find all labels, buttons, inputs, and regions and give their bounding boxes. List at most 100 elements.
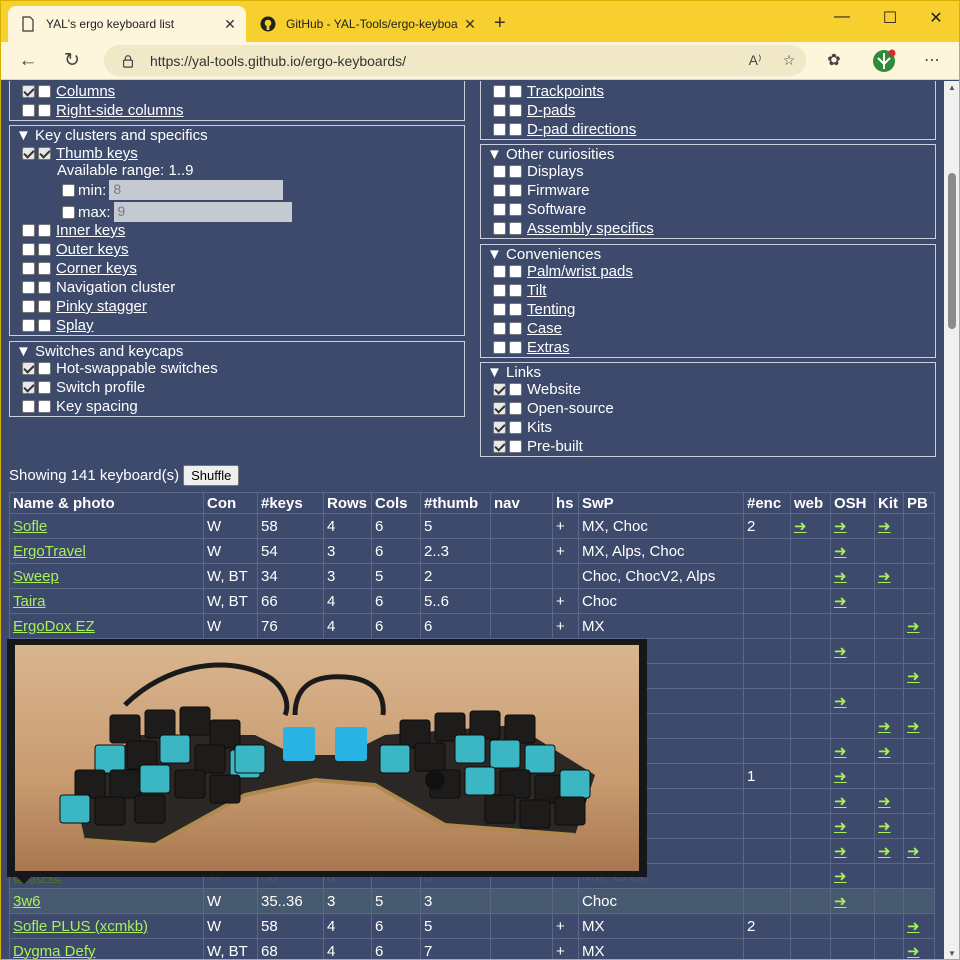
cell-osh[interactable]: ➜	[830, 738, 875, 764]
cell-kit[interactable]: ➜	[874, 513, 904, 539]
close-icon[interactable]: ✕	[222, 16, 238, 33]
kit-link-arrow[interactable]: ➜	[878, 818, 891, 835]
checkbox[interactable]	[493, 222, 506, 235]
cell-web[interactable]: ➜	[790, 513, 831, 539]
address-bar[interactable]: https://yal-tools.github.io/ergo-keyboar…	[104, 45, 806, 76]
col-nav[interactable]: nav	[490, 492, 553, 514]
kit-link-arrow[interactable]: ➜	[878, 843, 891, 860]
osh-link-arrow[interactable]: ➜	[834, 743, 847, 760]
col-osh[interactable]: OSH	[830, 492, 875, 514]
osh-link-arrow[interactable]: ➜	[834, 518, 847, 535]
checkbox[interactable]	[493, 322, 506, 335]
checkbox[interactable]	[509, 440, 522, 453]
cell-pb[interactable]: ➜	[903, 663, 935, 689]
pb-link-arrow[interactable]: ➜	[907, 843, 920, 860]
osh-link-arrow[interactable]: ➜	[834, 643, 847, 660]
filter-software[interactable]: Software	[493, 200, 586, 219]
pb-link-arrow[interactable]: ➜	[907, 618, 920, 635]
checkbox[interactable]	[38, 400, 51, 413]
pb-link-arrow[interactable]: ➜	[907, 718, 920, 735]
pb-link-arrow[interactable]: ➜	[907, 668, 920, 685]
cell-name[interactable]: Sweep	[9, 563, 204, 589]
checkbox[interactable]	[509, 165, 522, 178]
kit-link-arrow[interactable]: ➜	[878, 718, 891, 735]
checkbox[interactable]	[22, 85, 35, 98]
filter-splay[interactable]: Splay	[22, 316, 94, 335]
col-con[interactable]: Con	[203, 492, 258, 514]
filter-d-pads[interactable]: D-pads	[493, 101, 575, 120]
checkbox[interactable]	[509, 85, 522, 98]
col-hs[interactable]: hs	[552, 492, 579, 514]
thumb-min-input[interactable]: 8	[109, 180, 284, 200]
checkbox[interactable]	[22, 104, 35, 117]
filter-firmware[interactable]: Firmware	[493, 181, 590, 200]
checkbox[interactable]	[38, 281, 51, 294]
filter-navigation-cluster[interactable]: Navigation cluster	[22, 278, 175, 297]
key-clusters-legend[interactable]: ▼ Key clusters and specifics	[16, 126, 208, 145]
checkbox[interactable]	[509, 303, 522, 316]
tab-ergo-list[interactable]: YAL's ergo keyboard list ✕	[8, 6, 246, 42]
col-pb[interactable]: PB	[903, 492, 935, 514]
checkbox[interactable]	[22, 319, 35, 332]
checkbox[interactable]	[509, 203, 522, 216]
filter-corner-keys[interactable]: Corner keys	[22, 259, 137, 278]
maximize-icon[interactable]: ☐	[870, 8, 910, 28]
checkbox[interactable]	[22, 400, 35, 413]
read-aloud-icon[interactable]: A⁾	[738, 52, 772, 69]
checkbox[interactable]	[509, 123, 522, 136]
checkbox[interactable]	[493, 341, 506, 354]
checkbox[interactable]	[509, 265, 522, 278]
checkbox[interactable]	[38, 262, 51, 275]
cell-osh[interactable]: ➜	[830, 863, 875, 889]
tab-github[interactable]: GitHub - YAL-Tools/ergo-keyboa ✕	[248, 6, 486, 42]
col-keys[interactable]: #keys	[257, 492, 324, 514]
cell-osh[interactable]: ➜	[830, 838, 875, 864]
cell-kit[interactable]: ➜	[874, 788, 904, 814]
checkbox[interactable]	[22, 147, 35, 160]
checkbox[interactable]	[509, 322, 522, 335]
checkbox[interactable]	[22, 281, 35, 294]
checkbox[interactable]	[509, 421, 522, 434]
checkbox[interactable]	[38, 147, 51, 160]
filter-right-side-columns[interactable]: Right-side columns	[22, 101, 184, 120]
cell-pb[interactable]: ➜	[903, 938, 935, 960]
filter-inner-keys[interactable]: Inner keys	[22, 221, 125, 240]
shuffle-button[interactable]: Shuffle	[183, 465, 240, 486]
checkbox[interactable]	[509, 222, 522, 235]
pb-link-arrow[interactable]: ➜	[907, 943, 920, 960]
checkbox[interactable]	[493, 402, 506, 415]
col-kit[interactable]: Kit	[874, 492, 904, 514]
checkbox[interactable]	[509, 184, 522, 197]
checkbox[interactable]	[22, 262, 35, 275]
cell-osh[interactable]: ➜	[830, 888, 875, 914]
checkbox[interactable]	[509, 402, 522, 415]
cell-kit[interactable]: ➜	[874, 838, 904, 864]
cell-osh[interactable]: ➜	[830, 688, 875, 714]
cell-osh[interactable]: ➜	[830, 588, 875, 614]
cell-pb[interactable]: ➜	[903, 613, 935, 639]
checkbox[interactable]	[493, 303, 506, 316]
cell-name[interactable]: Dygma Defy	[9, 938, 204, 960]
cell-kit[interactable]: ➜	[874, 563, 904, 589]
window-close-icon[interactable]: ✕	[916, 8, 956, 28]
cell-osh[interactable]: ➜	[830, 813, 875, 839]
checkbox[interactable]	[22, 362, 35, 375]
checkbox[interactable]	[493, 123, 506, 136]
col-web[interactable]: web	[790, 492, 831, 514]
cell-kit[interactable]: ➜	[874, 738, 904, 764]
checkbox[interactable]	[22, 224, 35, 237]
col-name[interactable]: Name & photo	[9, 492, 204, 514]
checkbox[interactable]	[493, 165, 506, 178]
checkbox[interactable]	[62, 183, 75, 197]
filter-key-spacing[interactable]: Key spacing	[22, 397, 138, 416]
cell-kit[interactable]: ➜	[874, 713, 904, 739]
col-swp[interactable]: SwP	[578, 492, 744, 514]
col-rows[interactable]: Rows	[323, 492, 372, 514]
kit-link-arrow[interactable]: ➜	[878, 743, 891, 760]
checkbox[interactable]	[493, 265, 506, 278]
new-tab-icon[interactable]: +	[494, 12, 506, 34]
col-cols[interactable]: Cols	[371, 492, 421, 514]
checkbox[interactable]	[493, 184, 506, 197]
cell-name[interactable]: Taira	[9, 588, 204, 614]
checkbox[interactable]	[38, 300, 51, 313]
